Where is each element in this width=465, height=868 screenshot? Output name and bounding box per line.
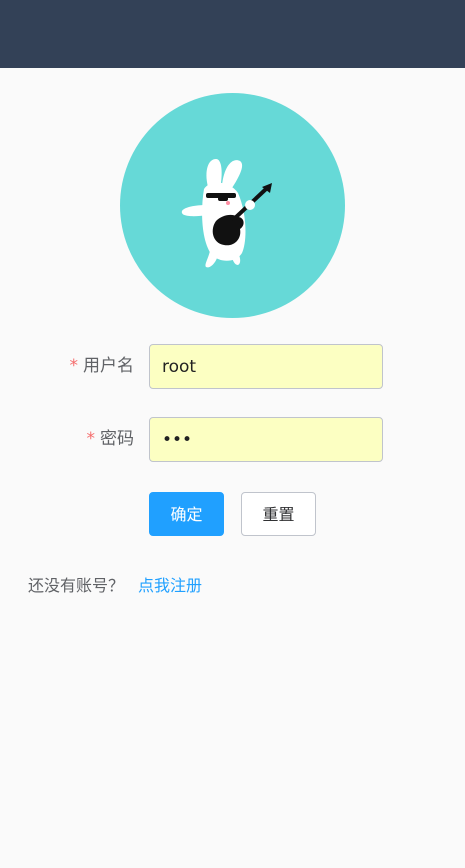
register-row: 还没有账号？ 点我注册 [28, 574, 202, 598]
username-label-text: 用户名 [83, 356, 134, 376]
required-mark: * [86, 429, 96, 449]
password-input[interactable] [149, 417, 383, 462]
required-mark: * [69, 356, 79, 376]
password-label: * 密码 [87, 417, 135, 462]
reset-button[interactable]: 重置 [241, 492, 316, 536]
password-row: * 密码 [0, 417, 465, 462]
avatar [120, 93, 345, 318]
username-label: * 用户名 [70, 344, 135, 389]
confirm-button[interactable]: 确定 [149, 492, 224, 536]
register-prompt: 还没有账号？ [28, 576, 125, 595]
top-header-bar [0, 0, 465, 68]
username-row: * 用户名 [0, 344, 465, 389]
register-link[interactable]: 点我注册 [138, 576, 202, 595]
password-label-text: 密码 [100, 429, 134, 449]
username-input[interactable] [149, 344, 383, 389]
rocking-bunny-guitar-icon [181, 159, 272, 268]
